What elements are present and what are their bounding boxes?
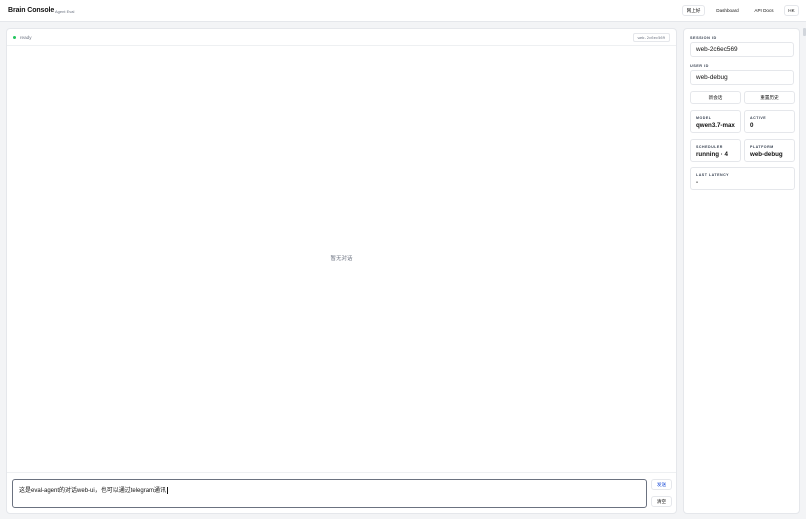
- chat-header: ready web-2c6ec569: [7, 29, 676, 46]
- new-session-button[interactable]: 新会话: [690, 91, 741, 104]
- message-input-text: 这是eval-agent的对话web-ui，也可以通过telegram通讯: [19, 488, 167, 494]
- status-dot-icon: [13, 36, 16, 39]
- empty-state: 暂无对话: [330, 256, 353, 262]
- active-value: 0: [750, 122, 754, 129]
- session-chip: web-2c6ec569: [632, 33, 670, 42]
- text-caret: [167, 486, 168, 494]
- scheduler-label: SCHEDULER: [696, 145, 723, 149]
- session-panel: SESSION ID web-2c6ec569 USER ID web-debu…: [683, 28, 800, 514]
- scheduler-value: running · 4: [696, 151, 728, 158]
- composer-divider: [7, 472, 676, 473]
- session-id-field[interactable]: web-2c6ec569: [690, 42, 794, 57]
- scheduler-card: SCHEDULER running · 4: [690, 139, 741, 162]
- user-id-label: USER ID: [690, 64, 709, 68]
- send-button[interactable]: 发送: [651, 479, 672, 490]
- top-bar: Brain Console Agent Eval 网上好 Dashboard A…: [0, 0, 806, 22]
- user-id-field[interactable]: web-debug: [690, 70, 794, 85]
- active-label: ACTIVE: [750, 116, 767, 120]
- platform-label: PLATFORM: [750, 145, 774, 149]
- session-id-label: SESSION ID: [690, 36, 717, 40]
- model-card: MODEL qwen3.7-max: [690, 110, 741, 133]
- latency-card: LAST LATENCY -: [690, 167, 795, 190]
- latency-value: -: [696, 179, 699, 186]
- latency-label: LAST LATENCY: [696, 173, 730, 177]
- chat-panel: ready web-2c6ec569 暂无对话 这是eval-agent的对话w…: [6, 28, 677, 514]
- active-card: ACTIVE 0: [744, 110, 795, 133]
- platform-card: PLATFORM web-debug: [744, 139, 795, 162]
- clear-button[interactable]: 清空: [651, 496, 672, 507]
- app-subtitle: Agent Eval: [55, 9, 75, 14]
- model-value: qwen3.7-max: [696, 122, 735, 129]
- message-input[interactable]: 这是eval-agent的对话web-ui，也可以通过telegram通讯: [12, 479, 647, 508]
- language-button[interactable]: HK: [784, 5, 799, 16]
- status-button[interactable]: 网上好: [682, 5, 705, 16]
- platform-value: web-debug: [750, 151, 783, 158]
- connection-status: ready: [20, 35, 32, 40]
- reset-history-button[interactable]: 重置历史: [744, 91, 795, 104]
- api-docs-link[interactable]: API Docs: [750, 5, 778, 16]
- app-title: Brain Console: [8, 7, 55, 14]
- dashboard-link[interactable]: Dashboard: [710, 5, 745, 16]
- model-label: MODEL: [696, 116, 712, 120]
